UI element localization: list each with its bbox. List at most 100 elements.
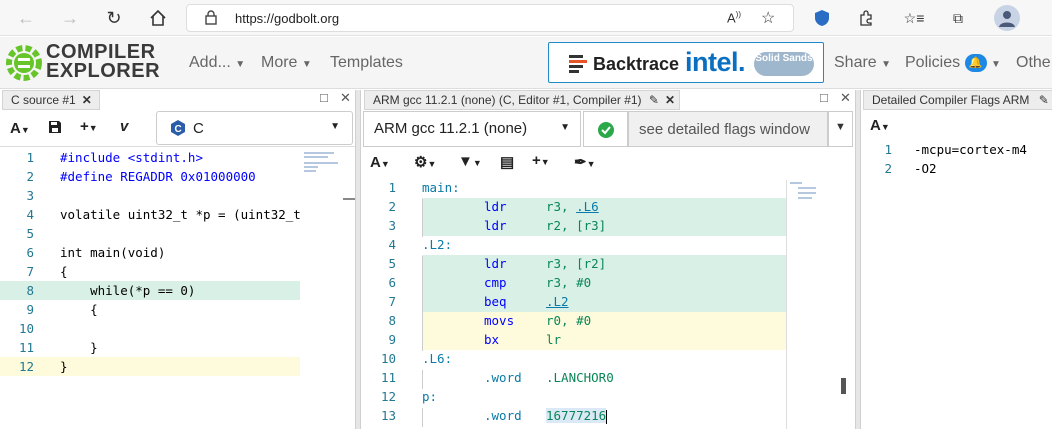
asm-opcode: bx bbox=[484, 332, 500, 347]
maximize-icon[interactable]: □ bbox=[320, 90, 328, 105]
tab-c-source[interactable]: C source #1 ✕ bbox=[2, 90, 100, 110]
favorites-icon[interactable]: ☆≡ bbox=[904, 8, 925, 28]
line-number: 9 bbox=[26, 302, 34, 317]
add-menu[interactable]: Add... ▼ bbox=[189, 54, 245, 72]
add-new-button[interactable]: +▼ bbox=[80, 118, 98, 135]
asm-label: .L6: bbox=[422, 351, 453, 366]
close-icon[interactable]: ✕ bbox=[665, 93, 675, 107]
home-icon[interactable] bbox=[146, 6, 170, 30]
close-icon[interactable]: ✕ bbox=[82, 93, 92, 107]
asm-line-number: 10 bbox=[380, 351, 396, 366]
ce-header: COMPILER EXPLORER Add... ▼ More ▼ Templa… bbox=[0, 37, 1052, 89]
asm-opcode: cmp bbox=[484, 275, 507, 290]
url-text: https://godbolt.org bbox=[235, 11, 340, 26]
asm-line-number: 11 bbox=[380, 370, 396, 385]
compiler-toolbar: A▼ ⚙▼ ▼▼ ▤ +▼ ✒▼ bbox=[362, 148, 856, 178]
add-tool-button[interactable]: +▼ bbox=[532, 152, 550, 169]
font-size-button[interactable]: A▼ bbox=[370, 154, 390, 171]
line-number: 11 bbox=[18, 340, 34, 355]
asm-args: 16777216 bbox=[546, 408, 607, 423]
share-menu[interactable]: Share ▼ bbox=[834, 54, 891, 72]
more-menu-label: More bbox=[261, 54, 298, 71]
sponsor-banner[interactable]: Backtrace intel. Solid Sands bbox=[548, 42, 824, 83]
source-line: int main(void) bbox=[60, 245, 166, 260]
source-minimap[interactable] bbox=[304, 148, 344, 208]
asm-opcode: beq bbox=[484, 294, 507, 309]
shield-icon[interactable] bbox=[812, 8, 832, 28]
line-number: 2 bbox=[26, 169, 34, 184]
pane-splitter[interactable] bbox=[355, 90, 361, 429]
highlight-asm-8-9 bbox=[422, 312, 786, 350]
asm-line-number: 12 bbox=[380, 389, 396, 404]
asm-operands: r3, .L6 bbox=[546, 199, 599, 214]
address-bar[interactable]: https://godbolt.org A)) ☆ bbox=[186, 4, 794, 32]
tab-compiler[interactable]: ARM gcc 11.2.1 (none) (C, Editor #1, Com… bbox=[364, 90, 680, 110]
policies-menu[interactable]: Policies 🔔 ▼ bbox=[905, 54, 1001, 72]
read-aloud-icon[interactable]: A)) bbox=[727, 10, 741, 25]
asm-label: p: bbox=[422, 389, 438, 404]
compiler-explorer-logo-icon[interactable] bbox=[4, 43, 44, 83]
extensions-icon[interactable] bbox=[856, 8, 876, 28]
save-icon[interactable] bbox=[48, 120, 62, 138]
flags-dropdown-button[interactable]: ▼ bbox=[828, 111, 853, 147]
edit-pencil-icon[interactable]: ✎ bbox=[1039, 93, 1049, 107]
add-favorite-icon[interactable]: ☆ bbox=[761, 8, 775, 28]
edit-pencil-icon[interactable]: ✎ bbox=[649, 93, 659, 107]
source-line: #define REGADDR 0x01000000 bbox=[60, 169, 256, 184]
asm-label-link[interactable]: .L2 bbox=[546, 294, 569, 309]
more-menu[interactable]: More ▼ bbox=[261, 54, 312, 72]
flag-line: -mcpu=cortex-m4 bbox=[914, 142, 1027, 157]
indent-guide bbox=[422, 199, 423, 218]
asm-minimap[interactable] bbox=[790, 180, 834, 210]
maximize-icon[interactable]: □ bbox=[820, 90, 828, 105]
gear-icon[interactable]: ⚙▼ bbox=[414, 153, 436, 171]
asm-args: r3, [r2] bbox=[546, 256, 607, 271]
c-language-icon: C bbox=[169, 119, 187, 140]
close-pane-icon[interactable]: ✕ bbox=[340, 90, 351, 106]
language-select[interactable]: C C ▼ bbox=[156, 111, 353, 145]
asm-line-number: 6 bbox=[388, 275, 396, 290]
asm-line-number: 9 bbox=[388, 332, 396, 347]
asm-operands: r0, #0 bbox=[546, 313, 591, 328]
font-size-button[interactable]: A▼ bbox=[10, 120, 30, 137]
vim-icon[interactable]: v bbox=[120, 118, 128, 135]
flags-toolbar: A▼ bbox=[862, 111, 1052, 139]
collections-icon[interactable]: ⧉ bbox=[948, 8, 968, 28]
asm-args: .LANCHOR0 bbox=[546, 370, 614, 385]
refresh-icon[interactable]: ↻ bbox=[102, 6, 126, 30]
forward-icon[interactable]: → bbox=[58, 6, 82, 30]
flags-editor[interactable]: 1 -mcpu=cortex-m4 2 -O2 bbox=[862, 140, 1052, 200]
asm-scrollbar-thumb[interactable] bbox=[841, 378, 846, 394]
tools-icon[interactable]: ✒▼ bbox=[574, 153, 596, 171]
pane-splitter[interactable] bbox=[855, 90, 861, 429]
compile-status[interactable] bbox=[583, 111, 628, 147]
compiler-flags-input[interactable]: see detailed flags window bbox=[628, 111, 828, 147]
asm-ruler bbox=[786, 180, 787, 429]
assembly-output[interactable]: 1 main: 2 ldr r3, .L6 3 ldr r2, [r3] 4 .L2: 5 ldr r3… bbox=[362, 180, 786, 429]
close-pane-icon[interactable]: ✕ bbox=[840, 90, 851, 106]
tab-detailed-flags[interactable]: Detailed Compiler Flags ARM ✎ bbox=[863, 90, 1052, 110]
libraries-icon[interactable]: ▤ bbox=[500, 153, 514, 171]
asm-operands: r3, #0 bbox=[546, 275, 591, 290]
policies-menu-label: Policies bbox=[905, 54, 961, 72]
asm-opcode: ldr bbox=[484, 199, 507, 214]
source-editor[interactable]: 1 #include <stdint.h> 2 #define REGADDR 0x0… bbox=[0, 148, 300, 429]
back-icon[interactable]: ← bbox=[14, 6, 38, 30]
asm-line-number: 3 bbox=[388, 218, 396, 233]
add-menu-label: Add... bbox=[189, 54, 231, 71]
scrollbar-thumb[interactable] bbox=[343, 198, 355, 200]
asm-label-link[interactable]: .L6 bbox=[576, 199, 599, 214]
templates-button[interactable]: Templates bbox=[330, 54, 403, 72]
filter-icon[interactable]: ▼▼ bbox=[458, 153, 482, 170]
line-number: 5 bbox=[26, 226, 34, 241]
logo-text[interactable]: COMPILER EXPLORER bbox=[46, 42, 160, 81]
source-line: } bbox=[60, 359, 68, 374]
compiler-select[interactable]: ARM gcc 11.2.1 (none) ▼ bbox=[363, 111, 581, 147]
font-size-button[interactable]: A▼ bbox=[870, 117, 890, 134]
source-line: while(*p == 0) bbox=[60, 283, 196, 298]
profile-icon[interactable] bbox=[994, 5, 1020, 31]
indent-guide bbox=[422, 313, 423, 332]
caret-down-icon: ▼ bbox=[330, 121, 340, 132]
caret-down-icon: ▼ bbox=[235, 59, 246, 70]
other-menu[interactable]: Othe bbox=[1016, 54, 1051, 72]
